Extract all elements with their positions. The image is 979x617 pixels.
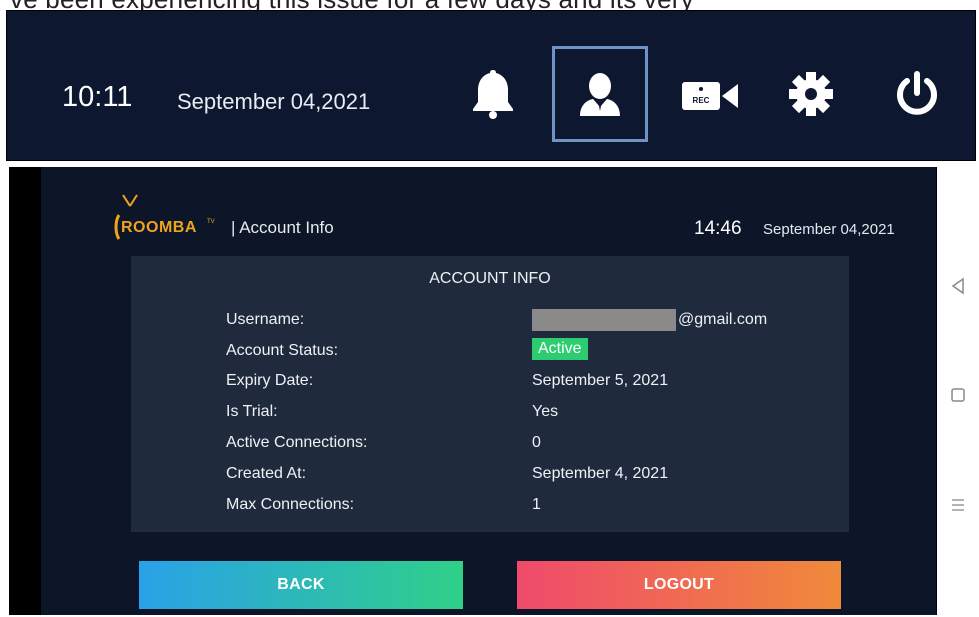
user-icon[interactable] [552, 46, 648, 142]
max-connections-value: 1 [532, 496, 541, 513]
logout-button[interactable]: LOGOUT [517, 561, 841, 609]
username-domain: @gmail.com [678, 311, 768, 329]
rec-label: REC [693, 96, 710, 105]
top-status-bar: 10:11 September 04,2021 REC [6, 10, 976, 161]
username-label: Username: [226, 311, 305, 328]
back-nav-icon[interactable] [947, 275, 969, 297]
home-nav-icon[interactable] [947, 384, 969, 406]
account-info-card: ACCOUNT INFO Username: @gmail.com Accoun… [131, 256, 849, 532]
menu-nav-icon[interactable] [947, 494, 969, 516]
created-label: Created At: [226, 465, 307, 482]
created-value: September 4, 2021 [532, 465, 669, 482]
status-value: Active [532, 338, 588, 360]
device-frame: ROOMBA TV | Account Info 14:46 September… [9, 167, 979, 615]
redacted-block [532, 309, 676, 331]
expiry-label: Expiry Date: [226, 372, 314, 389]
topbar-date: September 04,2021 [177, 89, 371, 114]
active-connections-label: Active Connections: [226, 434, 368, 451]
status-label: Account Status: [226, 342, 339, 359]
active-connections-value: 0 [532, 434, 541, 451]
status-badge: Active [532, 338, 588, 360]
rec-camera-icon[interactable]: REC [662, 46, 758, 142]
roomba-logo: ROOMBA TV [109, 193, 219, 243]
power-icon[interactable] [869, 46, 965, 142]
max-connections-label: Max Connections: [226, 496, 355, 513]
trial-label: Is Trial: [226, 403, 278, 420]
screen-date: September 04,2021 [763, 221, 895, 238]
username-value: @gmail.com [532, 309, 767, 331]
account-info-title: ACCOUNT INFO [429, 270, 551, 287]
screen-time: 14:46 [694, 218, 742, 239]
expiry-value: September 5, 2021 [532, 372, 669, 389]
trial-value: Yes [532, 403, 559, 420]
logo-tm: TV [207, 219, 215, 225]
gear-icon[interactable] [763, 46, 859, 142]
topbar-clock: 10:11 [62, 81, 133, 113]
app-screen: ROOMBA TV | Account Info 14:46 September… [41, 167, 936, 615]
logo-text: ROOMBA [121, 219, 197, 236]
system-nav-strip [937, 167, 979, 615]
section-title: | Account Info [231, 218, 334, 237]
back-button[interactable]: BACK [139, 561, 463, 609]
bell-icon[interactable] [445, 46, 541, 142]
